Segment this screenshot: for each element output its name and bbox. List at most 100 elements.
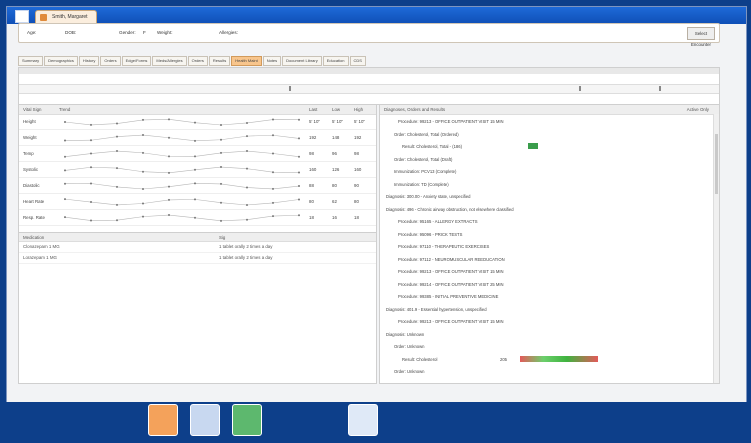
- tab-education[interactable]: Education: [322, 56, 349, 66]
- medication-sig: 1 tablet orally 2 times a day: [219, 255, 273, 260]
- timeline-track[interactable]: [19, 84, 719, 94]
- tab-summary[interactable]: Summary: [18, 56, 44, 66]
- sig-header: Sig: [219, 235, 226, 240]
- results-scrollbar[interactable]: [713, 114, 719, 383]
- result-line[interactable]: Procedure: 99213 - OFFICE OUTPATIENT VIS…: [398, 269, 504, 274]
- app-menu-icon[interactable]: [15, 10, 29, 23]
- tab-notes[interactable]: Notes: [262, 56, 282, 66]
- active-only-checkbox[interactable]: Active Only: [687, 107, 709, 112]
- vital-low: 5' 10": [332, 119, 343, 124]
- trend-point: [142, 215, 144, 218]
- trend-point: [168, 136, 170, 139]
- trend-point: [142, 134, 144, 137]
- result-line[interactable]: Procedure: 99385 - INITIAL PREVENTIVE ME…: [398, 294, 498, 299]
- medication-name: Clonazepam 1 MG: [23, 244, 60, 249]
- results-header: Diagnoses, Orders and Results Active Onl…: [380, 105, 719, 115]
- result-line[interactable]: Immunization: TD (Complete): [394, 182, 449, 187]
- trend-point: [194, 155, 196, 158]
- scroll-thumb[interactable]: [715, 134, 718, 194]
- result-line[interactable]: Immunization: PCV13 (Complete): [394, 169, 456, 174]
- timeline-marker[interactable]: [659, 86, 661, 91]
- result-line[interactable]: Result: Cholesterol: [402, 357, 437, 362]
- gender-label: Gender:: [119, 30, 136, 35]
- timeline-marker[interactable]: [579, 86, 581, 91]
- result-line[interactable]: Procedure: 97110 - THERAPEUTIC EXERCISES: [398, 244, 489, 249]
- trend-point: [194, 139, 196, 142]
- medication-row[interactable]: Lorazepam 1 MG 1 tablet orally 2 times a …: [19, 253, 376, 264]
- result-range-bar: [520, 355, 598, 362]
- vital-last: 5' 10": [309, 119, 320, 124]
- trend-point: [168, 214, 170, 217]
- schedule-icon[interactable]: [232, 404, 262, 436]
- calendar-icon[interactable]: [190, 404, 220, 436]
- trend-point: [116, 219, 118, 222]
- trend-point: [142, 151, 144, 154]
- result-line[interactable]: Diagnosis: 496 - Chronic airway obstruct…: [386, 207, 514, 212]
- tab-results[interactable]: Results: [208, 56, 231, 66]
- trend-point: [220, 166, 222, 169]
- result-line[interactable]: Order: Unknown: [394, 344, 425, 349]
- trend-point: [272, 187, 274, 190]
- tab-cds[interactable]: CDS: [349, 56, 366, 66]
- tab-edge-forms[interactable]: Edge/Forms: [121, 56, 152, 66]
- tab-orders[interactable]: Orders: [187, 56, 208, 66]
- result-line[interactable]: Procedure: 95096 - PRICK TESTS: [398, 232, 462, 237]
- result-line[interactable]: Diagnosis: Unknown: [386, 332, 424, 337]
- result-line[interactable]: Diagnosis: 401.9 - Essential hypertensio…: [386, 307, 487, 312]
- result-line[interactable]: Procedure: 99214 - OFFICE OUTPATIENT VIS…: [398, 282, 504, 287]
- tab-document-library[interactable]: Document Library: [282, 56, 322, 66]
- trend-point: [298, 137, 300, 140]
- trend-point: [142, 118, 144, 121]
- taskbar: [0, 402, 751, 443]
- result-value: 205: [500, 356, 507, 362]
- trend-point: [194, 168, 196, 171]
- medications-panel: Medication Sig Clonazepam 1 MG 1 tablet o…: [18, 232, 377, 384]
- medication-row[interactable]: Clonazepam 1 MG 1 tablet orally 2 times a…: [19, 242, 376, 253]
- result-line[interactable]: Procedure: 99213 - OFFICE OUTPATIENT VIS…: [398, 319, 504, 324]
- trend-point: [272, 171, 274, 174]
- trend-point: [194, 121, 196, 124]
- tab-demographics[interactable]: Demographics: [44, 56, 78, 66]
- vital-name: Temp: [23, 151, 34, 156]
- vital-name: Resp. Rate: [23, 215, 45, 220]
- trend-point: [220, 182, 222, 185]
- result-line[interactable]: Order: Cholesterol, Total (Draft): [394, 157, 452, 162]
- messages-icon[interactable]: [348, 404, 378, 436]
- timeline-header: [19, 68, 719, 74]
- trend-point: [194, 182, 196, 185]
- chart-tabs: Summary Demographics History Orders Edge/For…: [18, 56, 718, 66]
- medication-name: Lorazepam 1 MG: [23, 255, 57, 260]
- result-line[interactable]: Procedure: 97112 - NEUROMUSCULAR REEDUCA…: [398, 257, 505, 262]
- trend-point: [90, 123, 92, 126]
- trend-point: [220, 151, 222, 154]
- tab-orders[interactable]: Orders: [100, 56, 121, 66]
- result-line[interactable]: Order: Cholesterol, Total (Ordered): [394, 132, 459, 137]
- trend-point: [142, 187, 144, 190]
- result-line[interactable]: Order: Unknown: [394, 369, 425, 374]
- last-header: Last: [309, 107, 318, 112]
- vital-low: 62: [332, 199, 337, 204]
- gender-value: F: [143, 30, 146, 35]
- trend-point: [142, 170, 144, 173]
- result-line[interactable]: Diagnosis: 300.00 - Anxiety state, unspe…: [386, 194, 471, 199]
- result-line[interactable]: Procedure: 95165 - ALLERGY EXTRACTS: [398, 219, 478, 224]
- timeline-marker[interactable]: [289, 86, 291, 91]
- medications-header: Medication Sig: [19, 233, 376, 242]
- tab-history[interactable]: History: [78, 56, 100, 66]
- tab-meds-allergies[interactable]: Meds/Allergies: [152, 56, 187, 66]
- timeline-footer: [19, 94, 719, 102]
- select-encounter-button[interactable]: Select Encounter: [687, 27, 715, 47]
- result-flag-icon[interactable]: [528, 143, 538, 149]
- result-line[interactable]: Result: Cholesterol, Total - (186): [402, 144, 462, 149]
- patient-chart-icon[interactable]: [148, 404, 178, 436]
- vital-name: Heart Rate: [23, 199, 45, 204]
- allergies-label: Allergies:: [219, 30, 238, 35]
- trend-point: [220, 123, 222, 126]
- trend-point: [64, 198, 66, 201]
- tab-health-maint[interactable]: Health Maint: [231, 56, 262, 66]
- trend-point: [142, 202, 144, 205]
- patient-tab[interactable]: Smith, Margaret: [35, 10, 97, 24]
- trend-point: [220, 138, 222, 141]
- result-line[interactable]: Procedure: 99213 - OFFICE OUTPATIENT VIS…: [398, 119, 504, 124]
- trend-point: [272, 134, 274, 137]
